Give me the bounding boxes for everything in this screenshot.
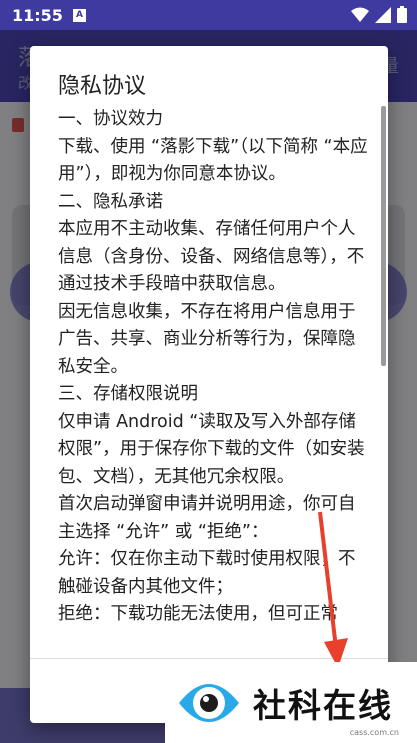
watermark: 社科在线 cass.com.cn [165, 662, 417, 743]
battery-icon [397, 6, 407, 23]
notification-icon: A [72, 8, 86, 22]
clause-text: 因无信息收集，不存在将用户信息用于广告、共享、商业分析等行为，保障隐私安全。 [58, 301, 356, 377]
clause-text: 下载、使用 “落影下载”（以下简称 “本应用”），即视为你同意本协议。 [58, 136, 368, 185]
clause-text: 本应用不主动收集、存储任何用户个人信息（含身份、设备、网络信息等），不通过技术手… [58, 219, 365, 294]
arrow-annotation-icon [318, 511, 348, 668]
status-time: 11:55 [12, 5, 63, 25]
clause-heading: 二、隐私承诺 [58, 191, 163, 212]
watermark-brand: 社科在线 [253, 685, 393, 725]
status-icons [351, 6, 407, 23]
dialog-title: 隐私协议 [58, 74, 147, 99]
watermark-url: cass.com.cn [349, 728, 399, 737]
status-bar: 11:55 A [0, 0, 417, 30]
wifi-icon [351, 7, 369, 22]
scrollbar[interactable] [381, 106, 386, 366]
clause-heading: 一、协议效力 [58, 109, 163, 129]
eye-logo-icon [179, 683, 239, 722]
signal-icon [375, 6, 391, 23]
clause-text: 仅申请 Android “读取及写入外部存储权限”，用于保存你下载的文件（如安装… [58, 411, 365, 487]
clause-heading: 三、存储权限说明 [58, 384, 198, 404]
